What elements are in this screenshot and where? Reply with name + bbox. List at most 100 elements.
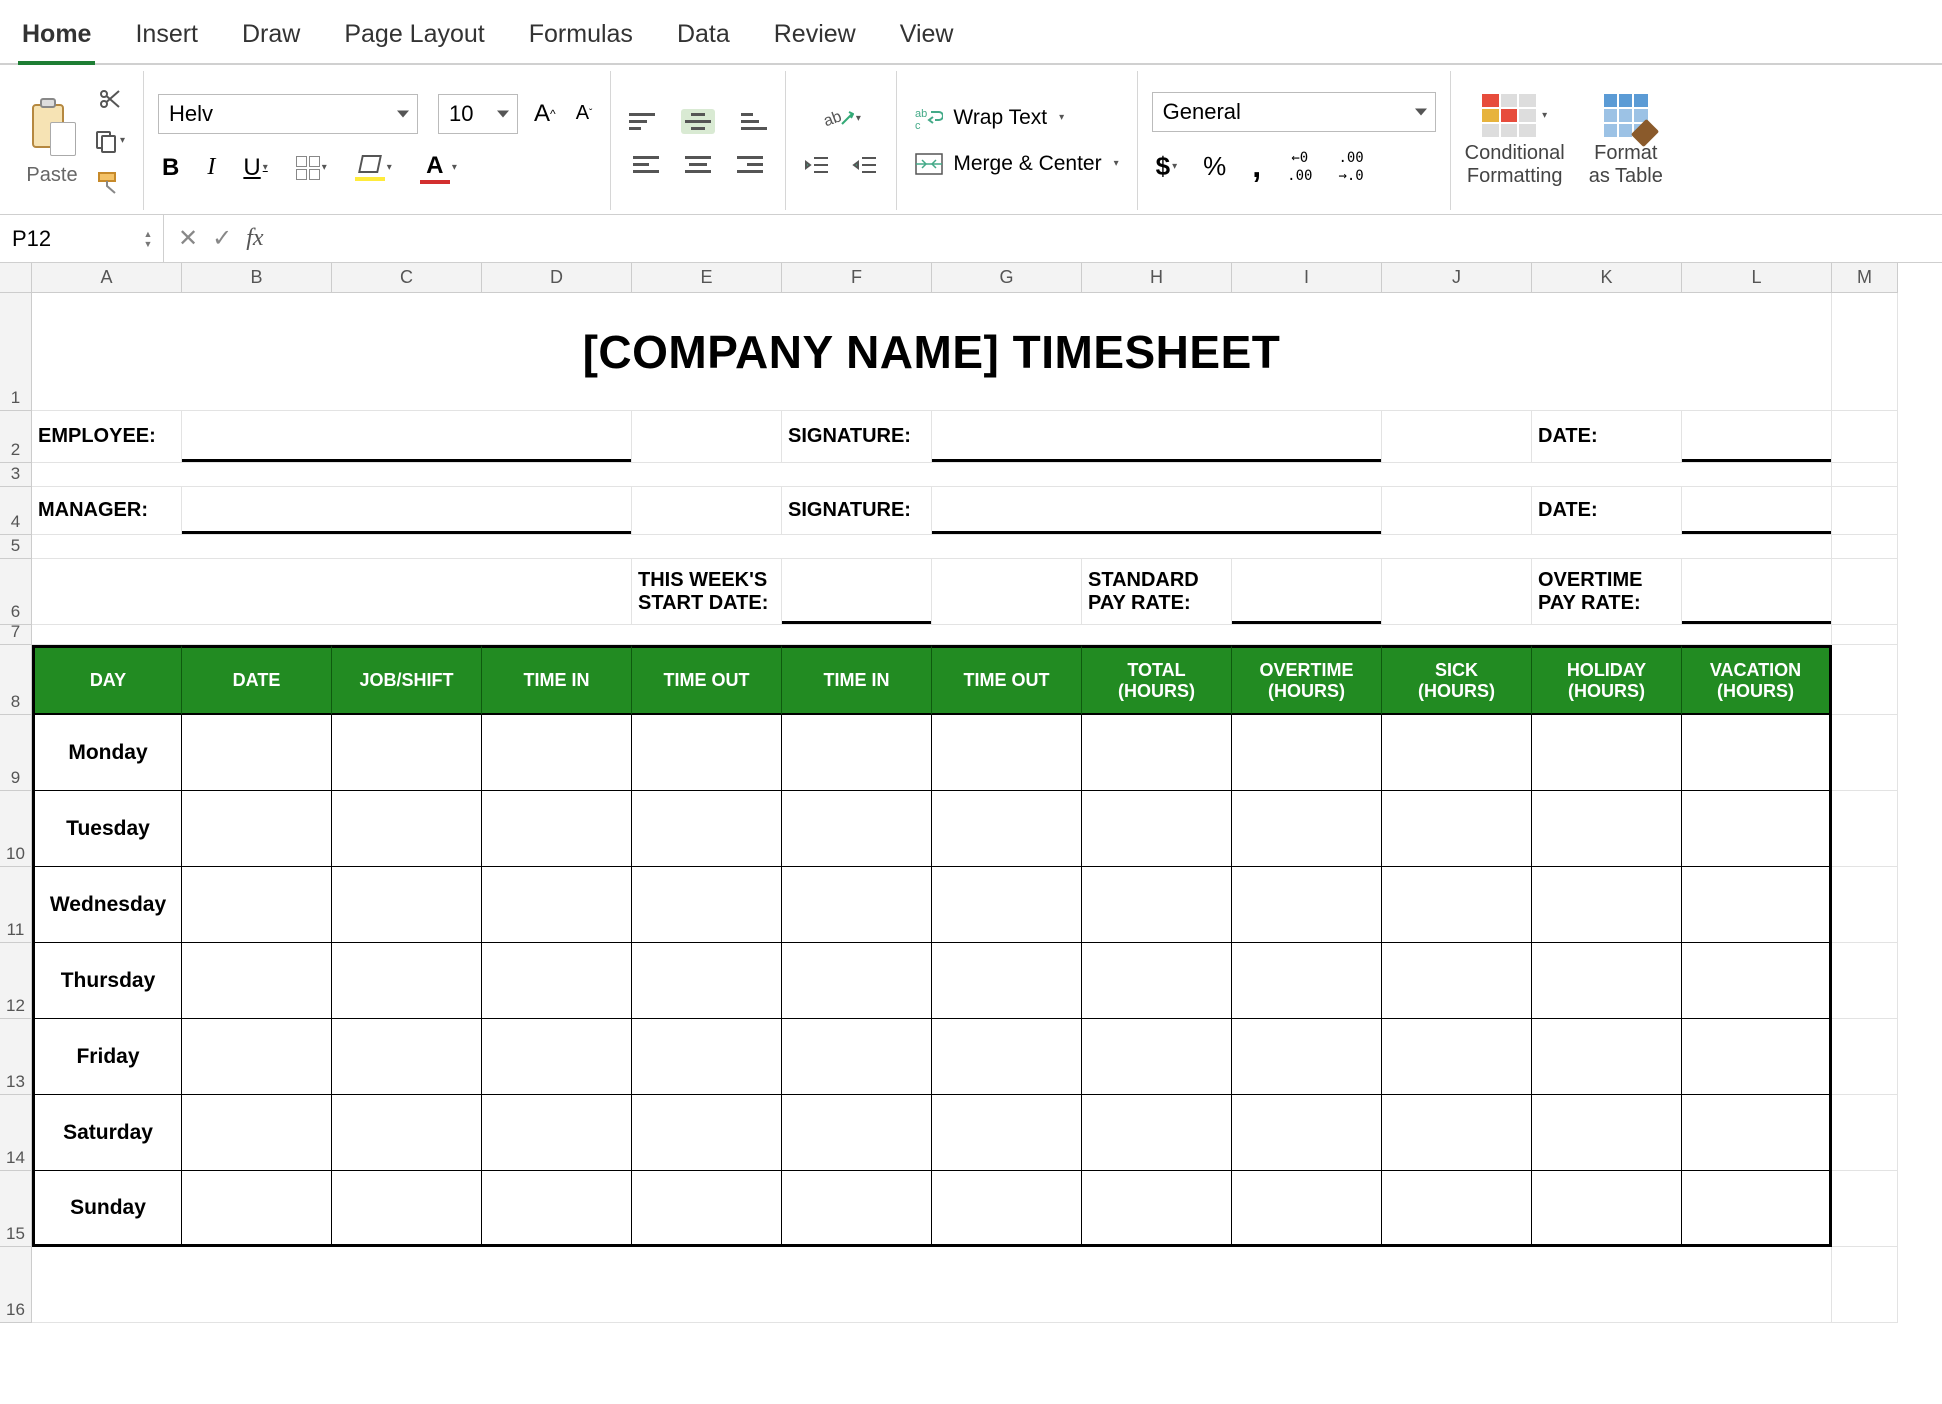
format-as-table-button[interactable]: Format as Table	[1589, 94, 1663, 188]
row-header-16[interactable]: 16	[0, 1247, 32, 1323]
cell-ci11[interactable]	[1232, 867, 1382, 943]
cell-ck13[interactable]	[1532, 1019, 1682, 1095]
row-header-11[interactable]: 11	[0, 867, 32, 943]
bold-button[interactable]: B	[158, 150, 183, 186]
underline-button[interactable]: U▾	[239, 150, 271, 186]
cell-date-field-2[interactable]	[1682, 487, 1832, 535]
cell-cj12[interactable]	[1382, 943, 1532, 1019]
percent-button[interactable]: %	[1199, 147, 1230, 186]
col-header-e[interactable]: E	[632, 263, 782, 292]
row-header-4[interactable]: 4	[0, 487, 32, 535]
cell-ci15[interactable]	[1232, 1171, 1382, 1247]
increase-decimal-button[interactable]: ←0.00	[1283, 147, 1316, 187]
cell-cf13[interactable]	[782, 1019, 932, 1095]
cell-day-10[interactable]: Tuesday	[32, 791, 182, 867]
col-header-b[interactable]: B	[182, 263, 332, 292]
cell-m9[interactable]	[1832, 715, 1898, 791]
col-header-m[interactable]: M	[1832, 263, 1898, 292]
cell-m12[interactable]	[1832, 943, 1898, 1019]
cell-row5[interactable]	[32, 535, 1832, 559]
cell-m5[interactable]	[1832, 535, 1898, 559]
row-header-1[interactable]: 1	[0, 293, 32, 411]
cell-ch10[interactable]	[1082, 791, 1232, 867]
cell-cc9[interactable]	[332, 715, 482, 791]
cell-cf10[interactable]	[782, 791, 932, 867]
cell-cl15[interactable]	[1682, 1171, 1832, 1247]
col-header-a[interactable]: A	[32, 263, 182, 292]
cell-m11[interactable]	[1832, 867, 1898, 943]
col-header-k[interactable]: K	[1532, 263, 1682, 292]
cell-cj10[interactable]	[1382, 791, 1532, 867]
currency-button[interactable]: $▾	[1152, 147, 1182, 186]
increase-font-button[interactable]: A^	[530, 96, 560, 132]
font-color-button[interactable]: A▾	[416, 148, 461, 188]
cell-employee-field[interactable]	[182, 411, 632, 463]
cell-std-rate-field[interactable]	[1232, 559, 1382, 625]
col-header-i[interactable]: I	[1232, 263, 1382, 292]
tab-data[interactable]: Data	[673, 12, 734, 63]
row-header-15[interactable]: 15	[0, 1171, 32, 1247]
cell-cf15[interactable]	[782, 1171, 932, 1247]
cell-ci14[interactable]	[1232, 1095, 1382, 1171]
header-timeout1[interactable]: TIME OUT	[632, 645, 782, 715]
row-header-5[interactable]: 5	[0, 535, 32, 559]
cell-ot-rate-label[interactable]: OVERTIMEPAY RATE:	[1532, 559, 1682, 625]
col-header-j[interactable]: J	[1382, 263, 1532, 292]
cell-signature-label-2[interactable]: SIGNATURE:	[782, 487, 932, 535]
cell-ci12[interactable]	[1232, 943, 1382, 1019]
cell-ci10[interactable]	[1232, 791, 1382, 867]
cell-ck12[interactable]	[1532, 943, 1682, 1019]
cell-cb14[interactable]	[182, 1095, 332, 1171]
cell-day-13[interactable]: Friday	[32, 1019, 182, 1095]
cell-row7[interactable]	[32, 625, 1832, 645]
header-vacation[interactable]: VACATION (HOURS)	[1682, 645, 1832, 715]
cell-cg15[interactable]	[932, 1171, 1082, 1247]
cancel-formula-button[interactable]: ✕	[178, 224, 198, 253]
cell-signature-field-1[interactable]	[932, 411, 1382, 463]
cell-ch12[interactable]	[1082, 943, 1232, 1019]
row-header-14[interactable]: 14	[0, 1095, 32, 1171]
cell-ck9[interactable]	[1532, 715, 1682, 791]
cell-ci13[interactable]	[1232, 1019, 1382, 1095]
cell-cd14[interactable]	[482, 1095, 632, 1171]
header-day[interactable]: DAY	[32, 645, 182, 715]
cell-ce13[interactable]	[632, 1019, 782, 1095]
cell-cf9[interactable]	[782, 715, 932, 791]
header-timeout2[interactable]: TIME OUT	[932, 645, 1082, 715]
cell-cj11[interactable]	[1382, 867, 1532, 943]
comma-button[interactable]: ,	[1248, 144, 1265, 189]
select-all-corner[interactable]	[0, 263, 32, 293]
tab-insert[interactable]: Insert	[131, 12, 202, 63]
header-date[interactable]: DATE	[182, 645, 332, 715]
cell-day-9[interactable]: Monday	[32, 715, 182, 791]
cell-cf12[interactable]	[782, 943, 932, 1019]
cell-m10[interactable]	[1832, 791, 1898, 867]
cell-cc11[interactable]	[332, 867, 482, 943]
cell-cf11[interactable]	[782, 867, 932, 943]
cell-j2[interactable]	[1382, 411, 1532, 463]
cell-m2[interactable]	[1832, 411, 1898, 463]
cell-cc14[interactable]	[332, 1095, 482, 1171]
cell-e4[interactable]	[632, 487, 782, 535]
cell-ce10[interactable]	[632, 791, 782, 867]
cell-ce9[interactable]	[632, 715, 782, 791]
cell-ch11[interactable]	[1082, 867, 1232, 943]
cell-ci9[interactable]	[1232, 715, 1382, 791]
cell-m16[interactable]	[1832, 1247, 1898, 1323]
cut-button[interactable]	[90, 83, 129, 115]
col-header-g[interactable]: G	[932, 263, 1082, 292]
cell-cj9[interactable]	[1382, 715, 1532, 791]
cell-date-label-2[interactable]: DATE:	[1532, 487, 1682, 535]
header-timein1[interactable]: TIME IN	[482, 645, 632, 715]
cell-ch14[interactable]	[1082, 1095, 1232, 1171]
cell-ce11[interactable]	[632, 867, 782, 943]
copy-button[interactable]: ▾	[90, 125, 129, 157]
cell-ck11[interactable]	[1532, 867, 1682, 943]
cell-cc10[interactable]	[332, 791, 482, 867]
cell-title[interactable]: [COMPANY NAME] TIMESHEET	[32, 293, 1832, 411]
italic-button[interactable]: I	[203, 150, 219, 185]
cell-cd9[interactable]	[482, 715, 632, 791]
font-size-select[interactable]: 10	[438, 94, 518, 134]
row-header-7[interactable]: 7	[0, 625, 32, 645]
format-painter-button[interactable]	[90, 167, 129, 199]
